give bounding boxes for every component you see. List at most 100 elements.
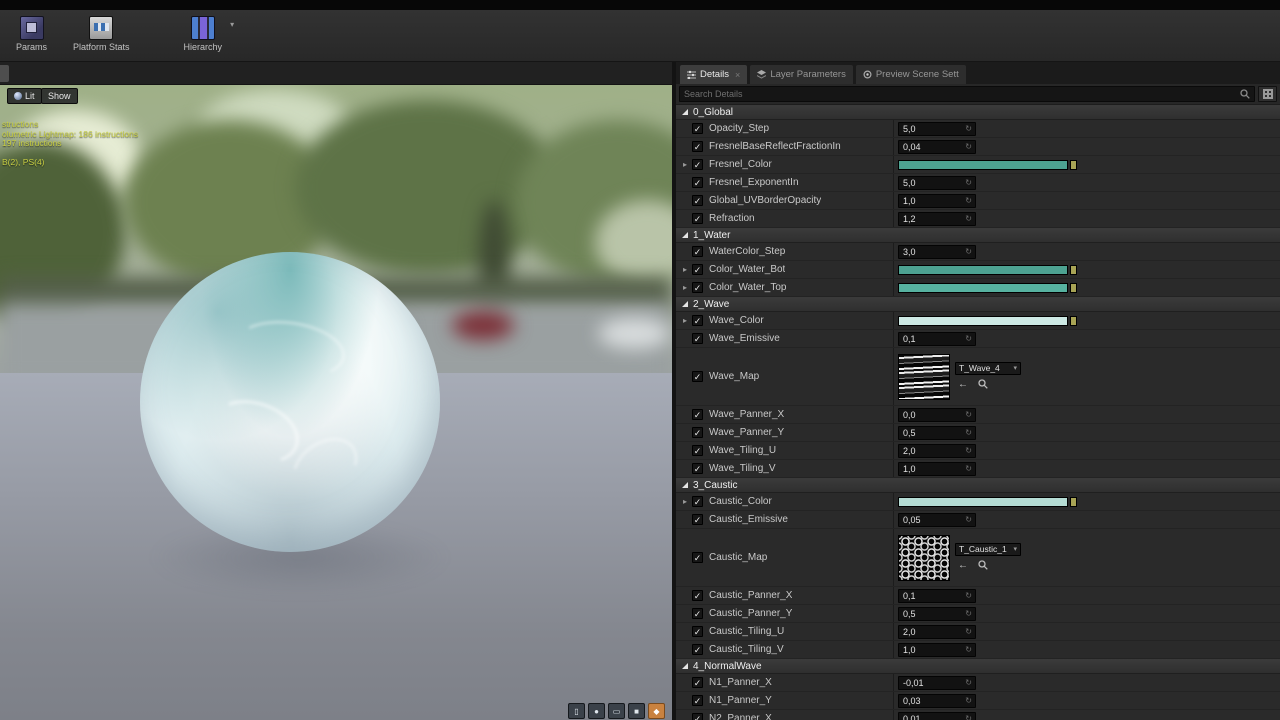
reset-icon[interactable]: ↻ xyxy=(965,464,972,473)
reset-icon[interactable]: ↻ xyxy=(965,446,972,455)
parameter-override-checkbox[interactable]: ✓ xyxy=(692,608,703,619)
value-field[interactable]: 2,0↻ xyxy=(898,625,976,639)
show-menu-button[interactable]: Show xyxy=(41,88,78,104)
preview-mesh-button-plane[interactable]: ▭ xyxy=(608,703,625,719)
value-field[interactable]: 3,0↻ xyxy=(898,245,976,259)
browse-to-asset-icon[interactable] xyxy=(978,560,988,573)
reset-icon[interactable]: ↻ xyxy=(965,591,972,600)
reset-icon[interactable]: ↻ xyxy=(965,142,972,151)
value-field[interactable]: 0,5↻ xyxy=(898,426,976,440)
parameter-override-checkbox[interactable]: ✓ xyxy=(692,626,703,637)
value-field[interactable]: 0,04↻ xyxy=(898,140,976,154)
color-swatch[interactable] xyxy=(898,160,1068,170)
parameter-override-checkbox[interactable]: ✓ xyxy=(692,463,703,474)
use-selected-asset-icon[interactable]: ← xyxy=(958,561,968,571)
parameter-override-checkbox[interactable]: ✓ xyxy=(692,123,703,134)
parameter-override-checkbox[interactable]: ✓ xyxy=(692,427,703,438)
view-options-button[interactable] xyxy=(1258,86,1277,102)
value-field[interactable]: -0,01↻ xyxy=(898,676,976,690)
reset-icon[interactable]: ↻ xyxy=(965,627,972,636)
parameter-override-checkbox[interactable]: ✓ xyxy=(692,213,703,224)
category-header[interactable]: 1_Water xyxy=(676,228,1280,243)
expander-icon[interactable]: ▸ xyxy=(683,266,692,274)
parameter-override-checkbox[interactable]: ✓ xyxy=(692,496,703,507)
color-picker-tab[interactable] xyxy=(1070,265,1077,275)
parameter-override-checkbox[interactable]: ✓ xyxy=(692,445,703,456)
parameter-override-checkbox[interactable]: ✓ xyxy=(692,177,703,188)
reset-icon[interactable]: ↻ xyxy=(965,645,972,654)
parameter-override-checkbox[interactable]: ✓ xyxy=(692,246,703,257)
parameter-override-checkbox[interactable]: ✓ xyxy=(692,333,703,344)
texture-asset-dropdown[interactable]: T_Caustic_1▾ xyxy=(955,543,1021,556)
reset-icon[interactable]: ↻ xyxy=(965,178,972,187)
browse-to-asset-icon[interactable] xyxy=(978,379,988,392)
parameter-override-checkbox[interactable]: ✓ xyxy=(692,409,703,420)
value-field[interactable]: 0,05↻ xyxy=(898,513,976,527)
toolbar-button-hierarchy[interactable]: Hierarchy xyxy=(178,14,229,54)
parameter-override-checkbox[interactable]: ✓ xyxy=(692,644,703,655)
reset-icon[interactable]: ↻ xyxy=(965,214,972,223)
parameter-override-checkbox[interactable]: ✓ xyxy=(692,590,703,601)
reset-icon[interactable]: ↻ xyxy=(965,609,972,618)
category-header[interactable]: 3_Caustic xyxy=(676,478,1280,493)
preview-mesh-button-cube[interactable]: ■ xyxy=(628,703,645,719)
parameter-override-checkbox[interactable]: ✓ xyxy=(692,552,703,563)
expander-icon[interactable]: ▸ xyxy=(683,284,692,292)
value-field[interactable]: 5,0↻ xyxy=(898,122,976,136)
value-field[interactable]: 0,1↻ xyxy=(898,589,976,603)
toolbar-button-platform-stats[interactable]: Platform Stats xyxy=(67,14,136,54)
reset-icon[interactable]: ↻ xyxy=(965,678,972,687)
color-swatch[interactable] xyxy=(898,497,1068,507)
color-swatch[interactable] xyxy=(898,316,1068,326)
parameter-override-checkbox[interactable]: ✓ xyxy=(692,282,703,293)
reset-icon[interactable]: ↻ xyxy=(965,247,972,256)
category-header[interactable]: 4_NormalWave xyxy=(676,659,1280,674)
value-field[interactable]: 0,03↻ xyxy=(898,694,976,708)
color-swatch[interactable] xyxy=(898,283,1068,293)
tab-close-icon[interactable]: × xyxy=(735,70,740,80)
reset-icon[interactable]: ↻ xyxy=(965,515,972,524)
preview-mesh-button-sphere[interactable]: ● xyxy=(588,703,605,719)
color-picker-tab[interactable] xyxy=(1070,283,1077,293)
value-field[interactable]: 1,0↻ xyxy=(898,643,976,657)
color-picker-tab[interactable] xyxy=(1070,497,1077,507)
collapsed-tab-nub[interactable] xyxy=(0,65,9,82)
search-input[interactable] xyxy=(684,89,1236,99)
parameter-override-checkbox[interactable]: ✓ xyxy=(692,677,703,688)
expander-icon[interactable]: ▸ xyxy=(683,317,692,325)
reset-icon[interactable]: ↻ xyxy=(965,410,972,419)
color-picker-tab[interactable] xyxy=(1070,160,1077,170)
category-header[interactable]: 0_Global xyxy=(676,105,1280,120)
expander-icon[interactable]: ▸ xyxy=(683,161,692,169)
use-selected-asset-icon[interactable]: ← xyxy=(958,380,968,390)
material-preview-viewport[interactable]: Lit Show structions olumetric Lightmap: … xyxy=(0,85,672,720)
expander-icon[interactable]: ▸ xyxy=(683,498,692,506)
parameter-override-checkbox[interactable]: ✓ xyxy=(692,695,703,706)
texture-thumbnail[interactable] xyxy=(898,354,950,400)
reset-icon[interactable]: ↻ xyxy=(965,696,972,705)
parameter-override-checkbox[interactable]: ✓ xyxy=(692,315,703,326)
value-field[interactable]: 5,0↻ xyxy=(898,176,976,190)
texture-asset-dropdown[interactable]: T_Wave_4▾ xyxy=(955,362,1021,375)
value-field[interactable]: 0,0↻ xyxy=(898,408,976,422)
parameter-override-checkbox[interactable]: ✓ xyxy=(692,195,703,206)
tab-preview-scene-settings[interactable]: Preview Scene Sett xyxy=(856,65,966,84)
hierarchy-dropdown-caret-icon[interactable]: ▾ xyxy=(230,14,234,29)
parameter-override-checkbox[interactable]: ✓ xyxy=(692,371,703,382)
preview-mesh-button-teapot[interactable]: ◆ xyxy=(648,703,665,719)
parameter-override-checkbox[interactable]: ✓ xyxy=(692,713,703,720)
value-field[interactable]: 1,0↻ xyxy=(898,462,976,476)
parameter-override-checkbox[interactable]: ✓ xyxy=(692,514,703,525)
value-field[interactable]: 0,01↻ xyxy=(898,712,976,720)
texture-thumbnail[interactable] xyxy=(898,535,950,581)
parameter-override-checkbox[interactable]: ✓ xyxy=(692,159,703,170)
reset-icon[interactable]: ↻ xyxy=(965,428,972,437)
toolbar-button-params[interactable]: Params xyxy=(10,14,53,54)
category-header[interactable]: 2_Wave xyxy=(676,297,1280,312)
value-field[interactable]: 1,2↻ xyxy=(898,212,976,226)
preview-mesh-button-cylinder[interactable]: ▯ xyxy=(568,703,585,719)
reset-icon[interactable]: ↻ xyxy=(965,334,972,343)
reset-icon[interactable]: ↻ xyxy=(965,196,972,205)
tab-details[interactable]: Details × xyxy=(680,65,747,84)
parameter-override-checkbox[interactable]: ✓ xyxy=(692,141,703,152)
